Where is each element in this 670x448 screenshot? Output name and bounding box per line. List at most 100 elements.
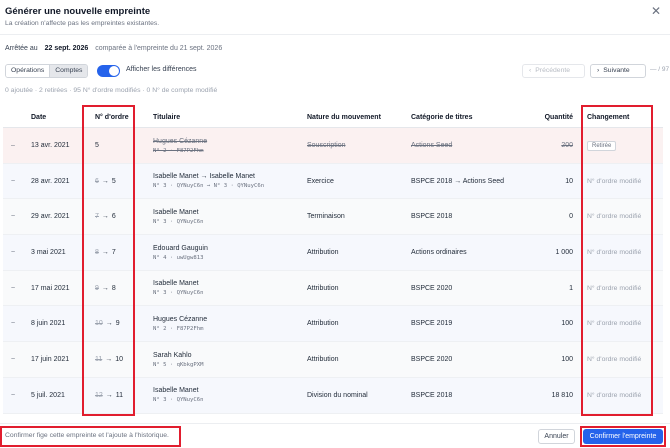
holder-account: N° 3 · QYNuyC6n	[153, 218, 204, 225]
table-row: – 13 avr. 2021 5 Hugues Cézanne N° 2 · F87P2…	[3, 128, 663, 164]
holder-account: N° 2 · F87P2Fhm	[153, 147, 204, 154]
row-nature: Attribution	[307, 284, 339, 292]
holder-account: N° 4 · uwUgw813	[153, 254, 204, 261]
arrow-right-icon: →	[101, 284, 109, 292]
diff-marker: ~	[11, 284, 16, 292]
order-number-old: 9	[95, 284, 99, 292]
change-text: N° d'ordre modifié	[587, 320, 642, 328]
row-date: 8 juin 2021	[31, 320, 66, 328]
row-holder: Hugues Cézanne N° 2 · F87P2Fhm	[153, 306, 207, 341]
table-row: ~17 mai 2021 9 → 8 Isabelle Manet N° 3 · QYNu…	[3, 270, 663, 307]
holder-name: Edouard Gauguin	[153, 244, 208, 252]
row-quantity: 18 810	[551, 391, 573, 399]
change-text: N° d'ordre modifié	[587, 249, 642, 257]
row-category: BSPCE 2018	[411, 391, 453, 399]
show-differences-toggle[interactable]	[97, 65, 120, 77]
close-icon[interactable]: ✕	[651, 5, 661, 17]
row-category: BSPCE 2020	[411, 284, 453, 292]
row-date: 17 juin 2021	[31, 356, 70, 364]
order-number-new: 6	[111, 213, 116, 221]
row-change: N° d'ordre modifié	[587, 378, 641, 413]
row-order: 10 → 9	[95, 306, 120, 341]
removed-badge: Retirée	[587, 140, 617, 151]
row-change: N° d'ordre modifié	[587, 271, 641, 306]
header-divider	[0, 34, 670, 35]
table-row: ~29 avr. 2021 7 → 6 Isabelle Manet N° 3 · QYN…	[3, 199, 663, 236]
table-row: ~17 juin 2021 11 → 10 Sarah Kahlo N° 5 · qKbk…	[3, 342, 663, 378]
row-quantity: 1 000	[555, 249, 573, 257]
holder-name: Isabelle Manet	[153, 387, 199, 395]
row-nature: Exercice	[307, 177, 334, 185]
order-number-old: 10	[95, 320, 103, 328]
chevron-right-icon: ›	[597, 67, 600, 74]
order-number-old: 8	[95, 249, 99, 257]
date-label: Arrêtée au	[5, 45, 38, 52]
holder-account: N° 2 · F87P2Fhm	[153, 325, 204, 332]
order-number-new: 11	[115, 391, 124, 399]
col-change: Changement	[587, 114, 630, 121]
holder-name: Hugues Cézanne	[153, 315, 208, 323]
footer-note: Confirmer fige cette empreinte et l'ajou…	[5, 432, 169, 439]
row-order: 9 → 8	[95, 271, 116, 306]
change-text: N° d'ordre modifié	[587, 177, 642, 185]
order-number: 5	[95, 142, 99, 149]
holder-account: N° 3 · QYNuyC6n	[153, 290, 204, 297]
order-number-old: 11	[95, 356, 103, 364]
col-date: Date	[31, 114, 47, 121]
diff-marker: ~	[11, 356, 16, 364]
row-holder: Isabelle Manet → Isabelle Manet N° 3 · QY…	[153, 164, 264, 199]
order-number-old: 6	[95, 177, 99, 185]
diff-marker: ~	[11, 391, 16, 399]
next-button[interactable]: › Suivante	[590, 64, 646, 78]
difference-counter: — / 97	[650, 66, 670, 73]
row-date: 13 avr. 2021	[31, 142, 70, 149]
row-change: N° d'ordre modifié	[587, 235, 641, 270]
col-nature: Nature du mouvement	[307, 114, 381, 121]
table-row: ~5 juil. 2021 12 → 11 Isabelle Manet N° 3 · Q…	[3, 377, 663, 414]
table-header: Date N° d'ordre Titulaire Nature du mouv…	[3, 107, 663, 128]
holder-account: N° 3 · QYNuyC6n	[153, 397, 204, 404]
row-holder: Isabelle Manet N° 3 · QYNuyC6n	[153, 199, 204, 234]
row-nature: Terminaison	[307, 213, 345, 221]
confirm-snapshot-button[interactable]: Confirmer l'empreinte	[583, 429, 663, 444]
arrow-right-icon: →	[105, 391, 113, 399]
cancel-button[interactable]: Annuler	[538, 429, 575, 444]
row-change: N° d'ordre modifié	[587, 164, 641, 199]
row-quantity: 200	[561, 142, 573, 149]
change-text: N° d'ordre modifié	[587, 356, 642, 364]
previous-button[interactable]: ‹ Précédente	[522, 64, 585, 78]
row-order: 8 → 7	[95, 235, 116, 270]
table-row: ~3 mai 2021 8 → 7 Edouard Gauguin N° 4 · uwUg…	[3, 235, 663, 271]
tab-accounts[interactable]: Comptes	[50, 65, 88, 77]
holder-name: Isabelle Manet → Isabelle Manet	[153, 173, 255, 181]
row-nature: Attribution	[307, 356, 339, 364]
holder-account: N° 3 · QYNuyC6n → N° 3 · QYNuyC6n	[153, 183, 265, 190]
holder-name: Isabelle Manet	[153, 208, 199, 216]
row-nature: Attribution	[307, 320, 339, 328]
change-text: N° d'ordre modifié	[587, 213, 642, 221]
change-text: N° d'ordre modifié	[587, 284, 642, 292]
row-change: N° d'ordre modifié	[587, 306, 641, 341]
row-holder: Sarah Kahlo N° 5 · qKbkgPXM	[153, 342, 204, 377]
dialog-subtitle: La création n'affecte pas les empreintes…	[5, 20, 160, 27]
diff-marker: –	[11, 142, 15, 149]
row-quantity: 1	[569, 284, 573, 292]
holder-account: N° 5 · qKbkgPXM	[153, 361, 204, 368]
col-holder: Titulaire	[153, 114, 181, 121]
row-date: 17 mai 2021	[31, 284, 70, 292]
row-date: 3 mai 2021	[31, 249, 66, 257]
row-holder: Isabelle Manet N° 3 · QYNuyC6n	[153, 378, 204, 413]
toggle-knob	[109, 66, 119, 76]
change-summary: 0 ajoutée · 2 retirées · 95 N° d'ordre m…	[5, 87, 218, 94]
arrow-right-icon: →	[105, 320, 113, 328]
tab-operations[interactable]: Opérations	[6, 65, 51, 77]
row-category: BSPCE 2019	[411, 320, 453, 328]
row-category: BSPCE 2020	[411, 356, 453, 364]
dialog-header: Générer une nouvelle empreinte La créati…	[0, 0, 670, 34]
footer-divider	[0, 423, 670, 424]
row-order: 11 → 10	[95, 342, 123, 377]
holder-name: Hugues Cézanne	[153, 137, 208, 145]
row-category: BSPCE 2018	[411, 213, 453, 221]
arrow-right-icon: →	[101, 177, 109, 185]
comparison-text: comparée à l'empreinte du 21 sept. 2026	[95, 45, 223, 52]
